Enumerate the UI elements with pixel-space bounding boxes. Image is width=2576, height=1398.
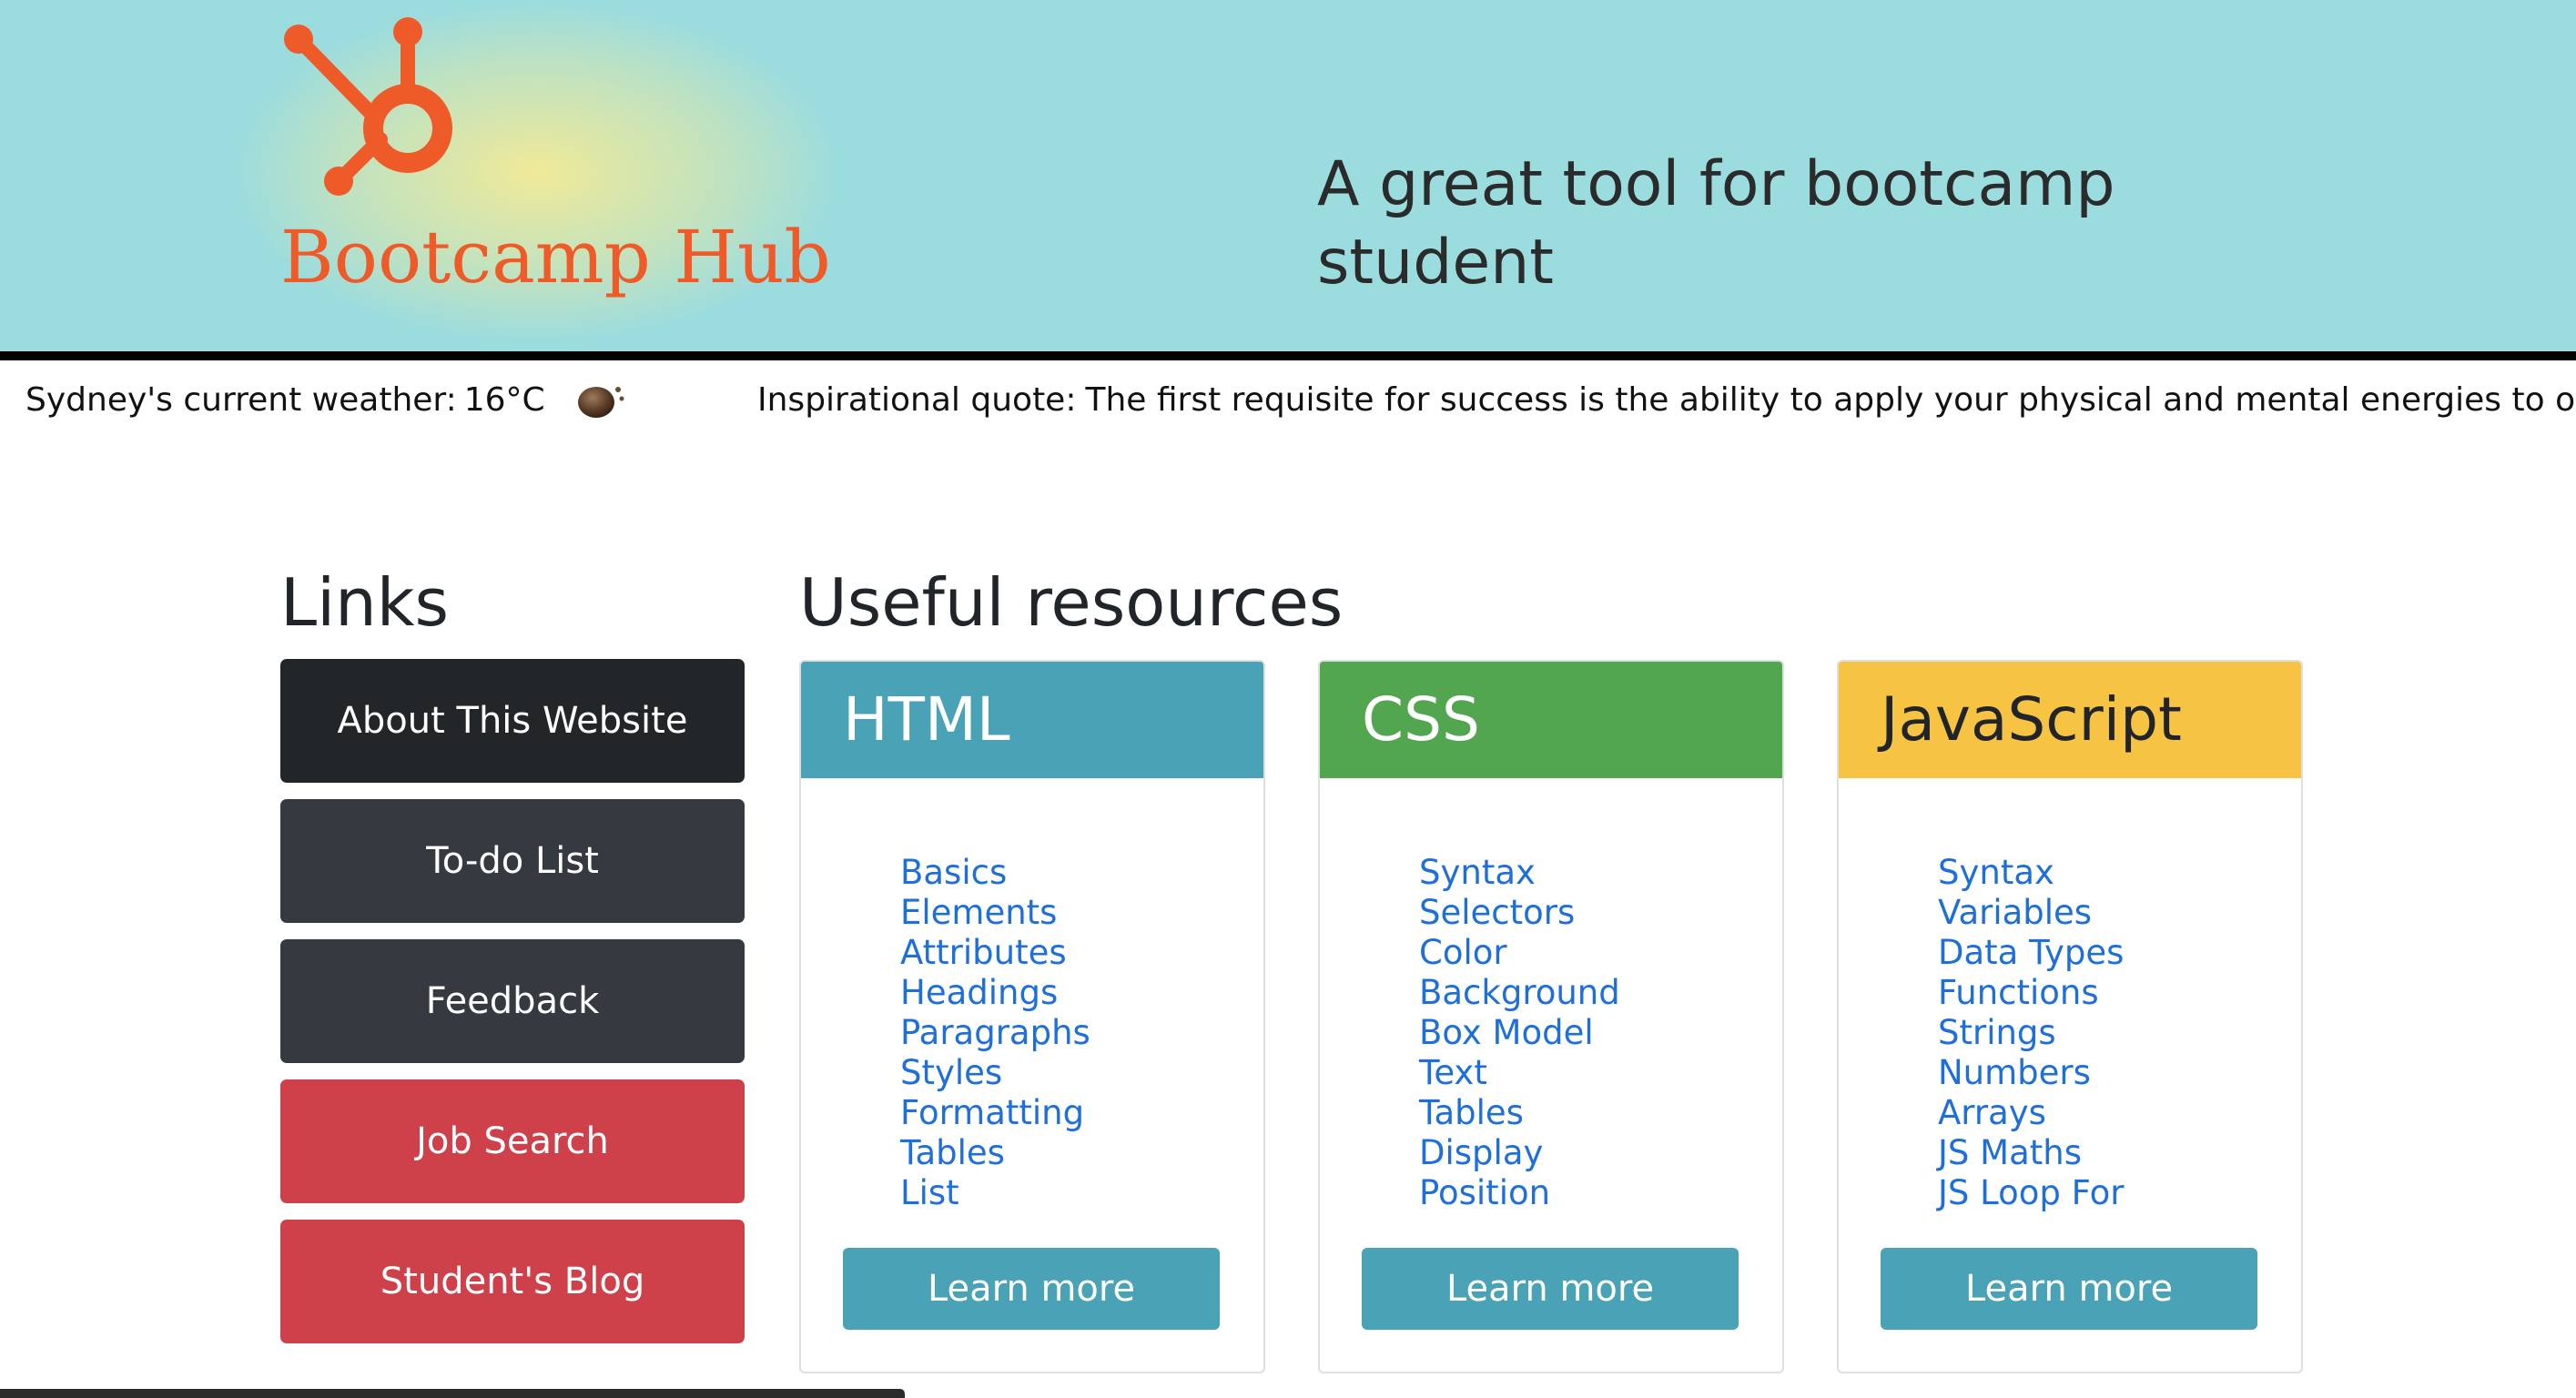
html-resource-card: HTML Basics Elements Attributes Headings… — [799, 660, 1265, 1373]
resource-link-list: Syntax Selectors Color Background Box Mo… — [1419, 853, 1620, 1213]
resource-link[interactable]: JS Maths — [1938, 1133, 2124, 1173]
resources-heading: Useful resources — [799, 564, 1344, 641]
links-heading: Links — [280, 564, 449, 641]
weather-label: Sydney's current weather: — [25, 381, 457, 419]
page-tagline: A great tool for bootcamp student — [1317, 148, 2115, 299]
weather-widget: Sydney's current weather: 16°C — [25, 375, 627, 426]
resource-link[interactable]: Formatting — [900, 1093, 1090, 1133]
resource-link[interactable]: Arrays — [1938, 1093, 2124, 1133]
resource-link[interactable]: Variables — [1938, 893, 2124, 933]
quote-text: The first requisite for success is the a… — [1085, 381, 2576, 419]
resource-link[interactable]: Elements — [900, 893, 1090, 933]
resource-link[interactable]: Text — [1419, 1053, 1620, 1093]
resource-link[interactable]: Color — [1419, 933, 1620, 973]
inspirational-quote: Inspirational quote: The first requisite … — [757, 375, 2576, 426]
site-header: Bootcamp Hub A great tool for bootcamp s… — [0, 0, 2576, 351]
logo-text[interactable]: Bootcamp Hub — [280, 208, 863, 308]
resource-link[interactable]: Tables — [900, 1133, 1090, 1173]
resource-link[interactable]: Syntax — [1938, 853, 2124, 893]
about-website-button[interactable]: About This Website — [280, 659, 745, 783]
students-blog-button[interactable]: Student's Blog — [280, 1220, 745, 1343]
resource-link[interactable]: Tables — [1419, 1093, 1620, 1133]
header-divider — [0, 351, 2576, 360]
card-title: CSS — [1320, 662, 1782, 778]
resource-link[interactable]: List — [900, 1173, 1090, 1213]
css-resource-card: CSS Syntax Selectors Color Background Bo… — [1318, 660, 1784, 1373]
resource-link[interactable]: Styles — [900, 1053, 1090, 1093]
resource-link[interactable]: Strings — [1938, 1013, 2124, 1053]
resource-link[interactable]: Headings — [900, 973, 1090, 1013]
resource-link[interactable]: Data Types — [1938, 933, 2124, 973]
card-title: HTML — [801, 662, 1263, 778]
resource-link-list: Basics Elements Attributes Headings Para… — [900, 853, 1090, 1213]
weather-temperature: 16°C — [463, 381, 545, 419]
resource-link[interactable]: Basics — [900, 853, 1090, 893]
feedback-button[interactable]: Feedback — [280, 939, 745, 1063]
resource-link[interactable]: Box Model — [1419, 1013, 1620, 1053]
resource-link[interactable]: Position — [1419, 1173, 1620, 1213]
horizontal-scrollbar[interactable] — [0, 1389, 905, 1398]
resource-link[interactable]: Attributes — [900, 933, 1090, 973]
todo-list-button[interactable]: To-do List — [280, 799, 745, 923]
learn-more-button[interactable]: Learn more — [843, 1248, 1220, 1330]
resource-link-list: Syntax Variables Data Types Functions St… — [1938, 853, 2124, 1213]
javascript-resource-card: JavaScript Syntax Variables Data Types F… — [1837, 660, 2303, 1373]
learn-more-button[interactable]: Learn more — [1362, 1248, 1739, 1330]
resource-link[interactable]: Functions — [1938, 973, 2124, 1013]
resource-link[interactable]: Background — [1419, 973, 1620, 1013]
overcast-cloud-icon — [577, 387, 624, 418]
learn-more-button[interactable]: Learn more — [1881, 1248, 2257, 1330]
quote-label: Inspirational quote: — [757, 381, 1077, 419]
resource-link[interactable]: JS Loop For — [1938, 1173, 2124, 1213]
resource-link[interactable]: Selectors — [1419, 893, 1620, 933]
resource-link[interactable]: Display — [1419, 1133, 1620, 1173]
resource-link[interactable]: Numbers — [1938, 1053, 2124, 1093]
resource-link[interactable]: Syntax — [1419, 853, 1620, 893]
resource-link[interactable]: Paragraphs — [900, 1013, 1090, 1053]
job-search-button[interactable]: Job Search — [280, 1079, 745, 1203]
card-title: JavaScript — [1839, 662, 2301, 778]
hubspot-sprocket-icon[interactable] — [273, 14, 464, 205]
